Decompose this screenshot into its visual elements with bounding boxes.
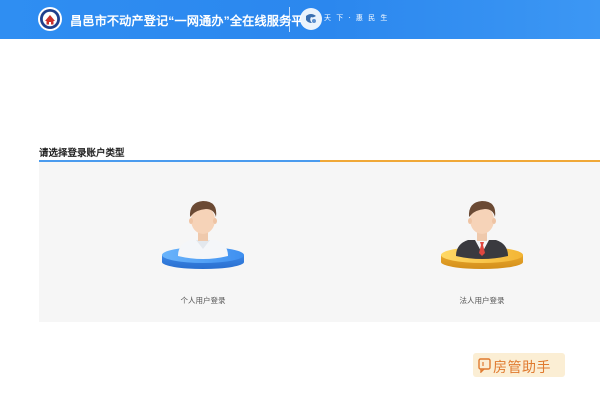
watermark-badge: 房管助手 <box>473 353 565 377</box>
header-divider <box>289 7 290 32</box>
login-type-panel: 个人用户登录 法人用户登录 <box>39 162 600 322</box>
page-title: 昌邑市不动产登记“一网通办”全在线服务平台 <box>70 14 316 28</box>
section-title: 请选择登录账户类型 <box>39 148 125 159</box>
chat-bubble-icon <box>478 358 491 373</box>
platform-emblem-logo <box>38 7 62 31</box>
personal-user-login-label[interactable]: 个人用户登录 <box>103 295 303 306</box>
legal-user-login-option[interactable]: 法人用户登录 <box>382 162 582 322</box>
watermark-text: 房管助手 <box>493 359 551 375</box>
header-bar: 昌邑市不动产登记“一网通办”全在线服务平台 天 下 · 惠 民 生 <box>0 0 600 39</box>
businessman-avatar-icon[interactable] <box>409 189 555 273</box>
slogan-logo-icon <box>300 8 322 30</box>
person-avatar-icon[interactable] <box>130 189 276 273</box>
legal-user-login-label[interactable]: 法人用户登录 <box>382 295 582 306</box>
header-slogan: 天 下 · 惠 民 生 <box>324 14 389 22</box>
personal-user-login-option[interactable]: 个人用户登录 <box>103 162 303 322</box>
